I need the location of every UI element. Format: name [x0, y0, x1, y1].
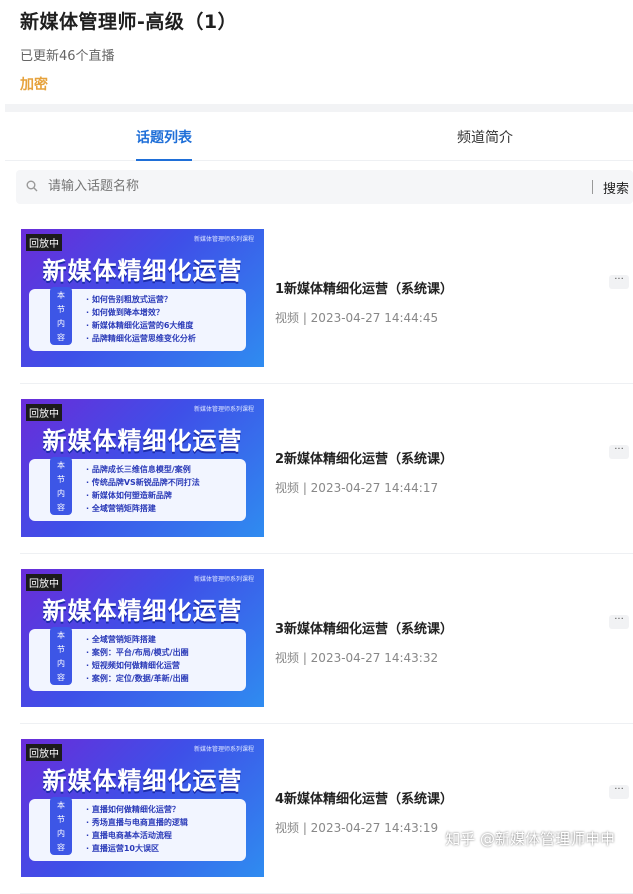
replay-badge: 回放中 — [26, 574, 62, 591]
thumbnail-title: 新媒体精细化运营 — [42, 597, 243, 625]
thumbnail-title: 新媒体精细化运营 — [42, 257, 243, 285]
section-badge: 本节内容 — [50, 457, 72, 515]
thumbnail-corner-text: 新媒体管理师系列课程 — [193, 576, 254, 583]
thumbnail[interactable]: 回放中 新媒体管理师系列课程 新媒体精细化运营 本节内容 · 全域营销矩阵搭建 … — [21, 569, 264, 707]
point: · 短视频如何做精细化运营 — [86, 661, 180, 670]
more-options-icon[interactable]: ··· — [609, 615, 629, 629]
item-title[interactable]: 2新媒体精细化运营（系统课） — [275, 448, 453, 467]
item-title[interactable]: 1新媒体精细化运营（系统课） — [275, 278, 453, 297]
section-badge: 本节内容 — [50, 627, 72, 685]
thumbnail-corner-text: 新媒体管理师系列课程 — [193, 406, 254, 413]
section-divider — [5, 104, 633, 112]
replay-badge: 回放中 — [26, 404, 62, 421]
point: · 品牌精细化运营思维变化分析 — [86, 334, 196, 343]
point: · 案例：平台/布局/模式/出圈 — [86, 648, 189, 657]
thumbnail-corner-text: 新媒体管理师系列课程 — [193, 236, 254, 243]
replay-badge: 回放中 — [26, 744, 62, 761]
search-separator — [592, 180, 593, 194]
thumbnail-points: · 品牌成长三维信息模型/案例 · 传统品牌VS新锐品牌不同打法 · 新媒体如何… — [86, 463, 200, 515]
item-meta: 1新媒体精细化运营（系统课） 视频 | 2023-04-27 14:44:45 — [275, 278, 453, 326]
list-item[interactable]: 回放中 新媒体管理师系列课程 新媒体精细化运营 本节内容 · 直播如何做精细化运… — [20, 724, 633, 894]
item-title[interactable]: 4新媒体精细化运营（系统课） — [275, 788, 453, 807]
section-badge: 本节内容 — [50, 797, 72, 855]
point: · 直播运营10大误区 — [86, 844, 159, 853]
channel-title: 新媒体管理师-高级（1） — [20, 11, 238, 33]
watermark: 知乎 @新媒体管理师申申 — [445, 830, 615, 848]
point: · 新媒体精细化运营的6大维度 — [86, 321, 194, 330]
thumbnail-points: · 直播如何做精细化运营？ · 秀场直播与电商直播的逻辑 · 直播电商基本活动流… — [86, 803, 188, 855]
list-item[interactable]: 回放中 新媒体管理师系列课程 新媒体精细化运营 本节内容 · 品牌成长三维信息模… — [20, 384, 633, 554]
tab-channel-intro-label: 频道简介 — [457, 130, 513, 146]
search-button[interactable]: 搜索 — [603, 178, 629, 197]
item-subtitle: 视频 | 2023-04-27 14:43:32 — [275, 651, 439, 665]
thumbnail-title: 新媒体精细化运营 — [42, 767, 243, 795]
point: · 如何告别粗放式运营？ — [86, 295, 172, 304]
thumbnail[interactable]: 回放中 新媒体管理师系列课程 新媒体精细化运营 本节内容 · 直播如何做精细化运… — [21, 739, 264, 877]
list-item[interactable]: 回放中 新媒体管理师系列课程 新媒体精细化运营 本节内容 · 如何告别粗放式运营… — [20, 214, 633, 384]
thumbnail-corner-text: 新媒体管理师系列课程 — [193, 746, 254, 753]
point: · 全域营销矩阵搭建 — [86, 635, 156, 644]
point: · 品牌成长三维信息模型/案例 — [86, 465, 191, 474]
replay-badge: 回放中 — [26, 234, 62, 251]
more-options-icon[interactable]: ··· — [609, 785, 629, 799]
point: · 直播电商基本活动流程 — [86, 831, 172, 840]
update-count: 已更新46个直播 — [20, 49, 115, 64]
more-options-icon[interactable]: ··· — [609, 275, 629, 289]
search-input[interactable] — [46, 178, 450, 195]
point: · 案例：定位/数据/革新/出圈 — [86, 674, 189, 683]
point: · 如何做到降本增效？ — [86, 308, 164, 317]
item-meta: 3新媒体精细化运营（系统课） 视频 | 2023-04-27 14:43:32 — [275, 618, 453, 666]
thumbnail[interactable]: 回放中 新媒体管理师系列课程 新媒体精细化运营 本节内容 · 如何告别粗放式运营… — [21, 229, 264, 367]
thumbnail-points: · 如何告别粗放式运营？ · 如何做到降本增效？ · 新媒体精细化运营的6大维度… — [86, 293, 196, 345]
search-icon — [26, 180, 38, 192]
more-options-icon[interactable]: ··· — [609, 445, 629, 459]
point: · 新媒体如何塑造新品牌 — [86, 491, 172, 500]
tab-topic-list-label: 话题列表 — [136, 130, 192, 146]
item-meta: 2新媒体精细化运营（系统课） 视频 | 2023-04-27 14:44:17 — [275, 448, 453, 496]
item-title[interactable]: 3新媒体精细化运营（系统课） — [275, 618, 453, 637]
tab-bar: 话题列表 频道简介 — [5, 112, 633, 161]
point: · 直播如何做精细化运营？ — [86, 805, 180, 814]
point: · 传统品牌VS新锐品牌不同打法 — [86, 478, 200, 487]
channel-header: 新媒体管理师-高级（1） 已更新46个直播 加密 — [0, 0, 633, 98]
thumbnail-title: 新媒体精细化运营 — [42, 427, 243, 455]
item-subtitle: 视频 | 2023-04-27 14:44:45 — [275, 311, 439, 325]
list-item[interactable]: 回放中 新媒体管理师系列课程 新媒体精细化运营 本节内容 · 全域营销矩阵搭建 … — [20, 554, 633, 724]
point: · 全域营销矩阵搭建 — [86, 504, 156, 513]
topic-list: 回放中 新媒体管理师系列课程 新媒体精细化运营 本节内容 · 如何告别粗放式运营… — [0, 214, 633, 894]
section-badge: 本节内容 — [50, 287, 72, 345]
item-subtitle: 视频 | 2023-04-27 14:44:17 — [275, 481, 439, 495]
search-bar: 搜索 — [16, 170, 633, 204]
thumbnail-points: · 全域营销矩阵搭建 · 案例：平台/布局/模式/出圈 · 短视频如何做精细化运… — [86, 633, 189, 685]
item-subtitle: 视频 | 2023-04-27 14:43:19 — [275, 821, 439, 835]
active-tab-underline — [136, 159, 192, 161]
tab-channel-intro[interactable]: 频道简介 — [457, 127, 513, 147]
thumbnail[interactable]: 回放中 新媒体管理师系列课程 新媒体精细化运营 本节内容 · 品牌成长三维信息模… — [21, 399, 264, 537]
point: · 秀场直播与电商直播的逻辑 — [86, 818, 188, 827]
tab-topic-list[interactable]: 话题列表 — [136, 127, 192, 161]
encrypted-tag: 加密 — [20, 77, 48, 93]
item-meta: 4新媒体精细化运营（系统课） 视频 | 2023-04-27 14:43:19 — [275, 788, 453, 836]
